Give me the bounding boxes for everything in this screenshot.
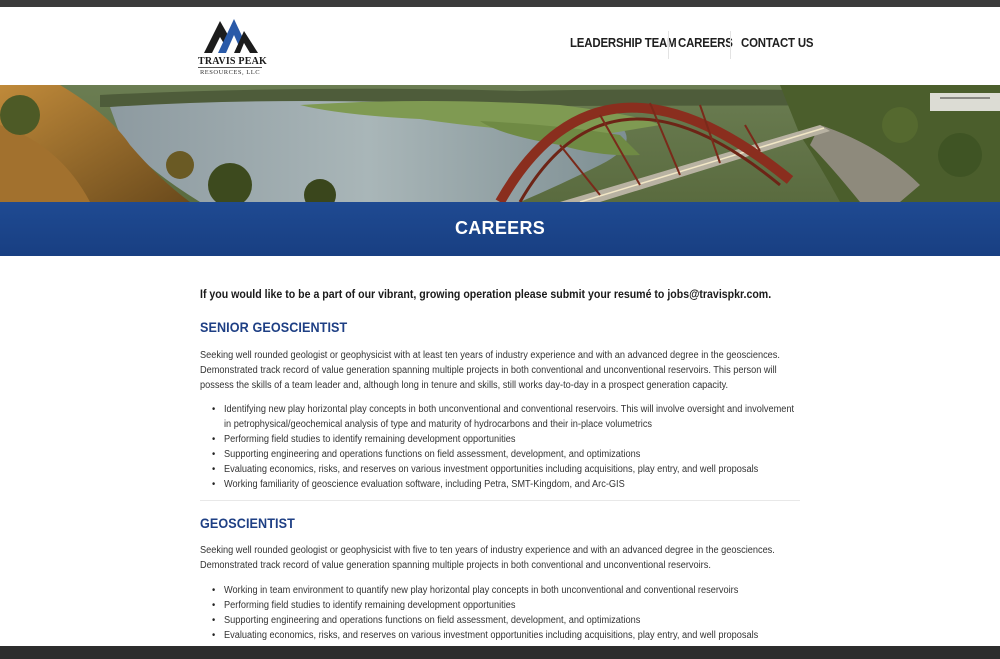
list-item: Evaluating economics, risks, and reserve… [212,628,794,643]
list-item: Evaluating economics, risks, and reserve… [212,462,794,477]
page-title: CAREERS [454,218,546,238]
job-description: Seeking well rounded geologist or geophy… [200,350,780,391]
section-divider [200,500,800,501]
list-item: Working in team environment to quantify … [212,583,794,598]
main-nav: LEADERSHIP TEAM CAREERS CONTACT US [570,31,814,59]
list-item: Identifying new play horizontal play con… [212,402,794,432]
logo-subtitle: RESOURCES, LLC [198,67,262,76]
list-item: Performing field studies to identify rem… [212,598,794,613]
logo-name: TRAVIS PEAK [198,56,267,67]
job-responsibilities-list: Working in team environment to quantify … [212,583,794,643]
mountain-logo-icon [204,19,258,53]
site-footer [0,646,1000,659]
nav-divider [668,31,669,59]
list-item: Performing field studies to identify rem… [212,432,794,447]
site-header: TRAVIS PEAK RESOURCES, LLC LEADERSHIP TE… [0,7,1000,85]
list-item: Supporting engineering and operations fu… [212,447,794,462]
company-logo[interactable]: TRAVIS PEAK RESOURCES, LLC [198,15,267,77]
nav-leadership-team[interactable]: LEADERSHIP TEAM [570,35,677,50]
nav-contact-us[interactable]: CONTACT US [741,35,814,50]
job-title: SENIOR GEOSCIENTIST [200,319,348,335]
nav-careers[interactable]: CAREERS [678,35,733,50]
hero-image [0,85,1000,202]
job-responsibilities-list: Identifying new play horizontal play con… [212,402,794,492]
bridge-landscape-image [0,85,1000,202]
page-title-banner: CAREERS [0,202,1000,256]
list-item: Working familiarity of geoscience evalua… [212,477,794,492]
nav-divider [730,31,731,59]
top-bar [0,0,1000,7]
list-item: Supporting engineering and operations fu… [212,613,794,628]
careers-intro: If you would like to be a part of our vi… [200,289,772,301]
job-title: GEOSCIENTIST [200,515,295,531]
job-description: Seeking well rounded geologist or geophy… [200,545,775,571]
